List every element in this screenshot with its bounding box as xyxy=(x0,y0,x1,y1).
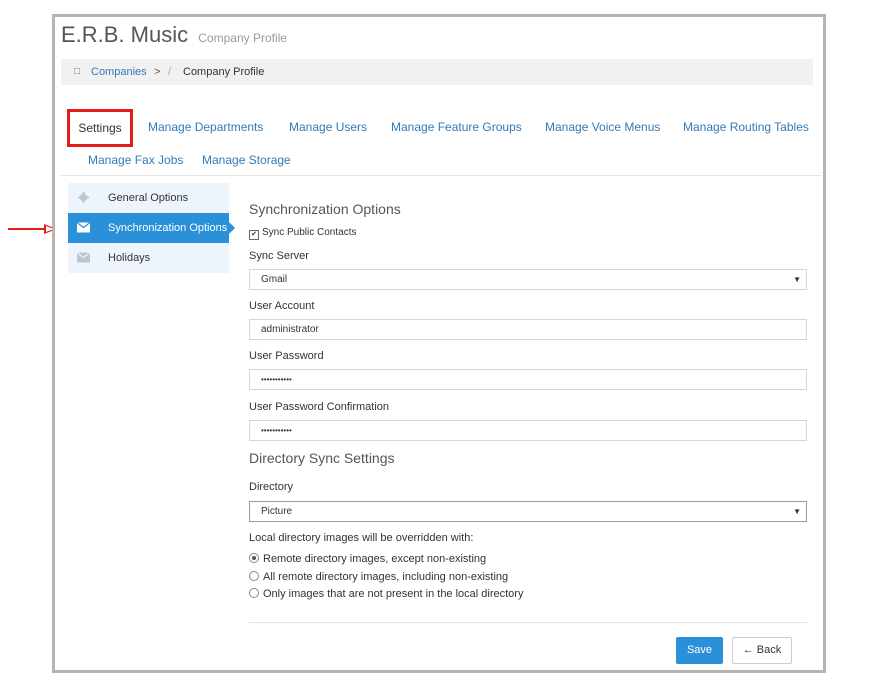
override-option-remote-except-nonexisting[interactable]: Remote directory images, except non-exis… xyxy=(249,553,486,565)
sidebar-item-label: Synchronization Options xyxy=(108,222,228,234)
sync-server-select[interactable]: Gmail ▼ xyxy=(249,269,807,290)
section-title: Synchronization Options xyxy=(249,201,401,217)
radio-label: Remote directory images, except non-exis… xyxy=(263,553,487,565)
breadcrumb-chevron: > xyxy=(154,66,161,78)
user-password-confirmation-label: User Password Confirmation xyxy=(249,401,389,413)
tab-manage-feature-groups[interactable]: Manage Feature Groups xyxy=(391,120,522,134)
override-option-only-missing[interactable]: Only images that are not present in the … xyxy=(249,588,523,600)
tab-manage-users[interactable]: Manage Users xyxy=(289,120,367,134)
sidebar-item-label: Holidays xyxy=(108,252,151,264)
radio-button[interactable] xyxy=(249,571,259,581)
directory-sync-title: Directory Sync Settings xyxy=(249,450,395,466)
sidebar-item-holidays[interactable]: Holidays xyxy=(68,243,229,273)
sync-public-contacts-checkbox[interactable]: ✔ Sync Public Contacts xyxy=(249,227,357,240)
radio-button[interactable] xyxy=(249,553,259,563)
checkbox-box[interactable]: ✔ xyxy=(249,230,259,240)
directory-select[interactable]: Picture ▼ xyxy=(249,501,807,522)
user-account-input[interactable]: administrator xyxy=(249,319,807,340)
tab-manage-routing-tables[interactable]: Manage Routing Tables xyxy=(683,120,809,134)
home-icon: □ xyxy=(74,66,81,77)
tab-settings[interactable]: Settings xyxy=(67,109,133,147)
user-account-label: User Account xyxy=(249,300,315,312)
chevron-down-icon: ▼ xyxy=(793,507,801,516)
directory-label: Directory xyxy=(249,481,294,493)
breadcrumb-current: Company Profile xyxy=(183,66,265,78)
save-button[interactable]: Save xyxy=(676,637,723,664)
company-name: E.R.B. Music xyxy=(61,22,189,47)
envelope-icon xyxy=(77,222,90,233)
sync-server-value: Gmail xyxy=(261,274,288,285)
back-button[interactable]: ← Back xyxy=(732,637,792,664)
envelope-icon xyxy=(77,252,90,263)
breadcrumb-separator: / xyxy=(168,66,172,78)
chevron-down-icon: ▼ xyxy=(793,275,801,284)
gear-icon xyxy=(78,192,89,203)
tab-manage-storage[interactable]: Manage Storage xyxy=(202,153,291,167)
radio-button[interactable] xyxy=(249,588,259,598)
tab-manage-departments[interactable]: Manage Departments xyxy=(148,120,263,134)
breadcrumb-link-companies[interactable]: Companies xyxy=(91,59,147,85)
tab-manage-voice-menus[interactable]: Manage Voice Menus xyxy=(545,120,660,134)
tabs-divider xyxy=(61,175,821,176)
sync-server-label: Sync Server xyxy=(249,250,309,262)
page-subtitle: Company Profile xyxy=(198,31,287,45)
company-profile-window: E.R.B. Music Company Profile □ Companies… xyxy=(52,14,826,673)
radio-label: Only images that are not present in the … xyxy=(263,588,524,600)
override-option-all-remote[interactable]: All remote directory images, including n… xyxy=(249,571,508,583)
directory-value: Picture xyxy=(261,506,293,517)
sidebar-item-label: General Options xyxy=(108,192,189,204)
override-label: Local directory images will be overridde… xyxy=(249,532,474,544)
page-title: E.R.B. Music Company Profile xyxy=(61,22,287,48)
sidebar-item-synchronization-options[interactable]: Synchronization Options xyxy=(68,213,235,243)
tab-manage-fax-jobs[interactable]: Manage Fax Jobs xyxy=(88,153,183,167)
user-password-input[interactable]: ••••••••••• xyxy=(249,369,807,390)
user-password-confirmation-input[interactable]: ••••••••••• xyxy=(249,420,807,441)
user-password-label: User Password xyxy=(249,350,324,362)
checkbox-label: Sync Public Contacts xyxy=(262,227,357,238)
annotation-arrow xyxy=(8,224,57,234)
breadcrumb: □ Companies > / Company Profile xyxy=(61,59,813,85)
form-divider xyxy=(249,622,807,623)
sidebar-item-general-options[interactable]: General Options xyxy=(68,183,229,213)
radio-label: All remote directory images, including n… xyxy=(263,571,509,583)
